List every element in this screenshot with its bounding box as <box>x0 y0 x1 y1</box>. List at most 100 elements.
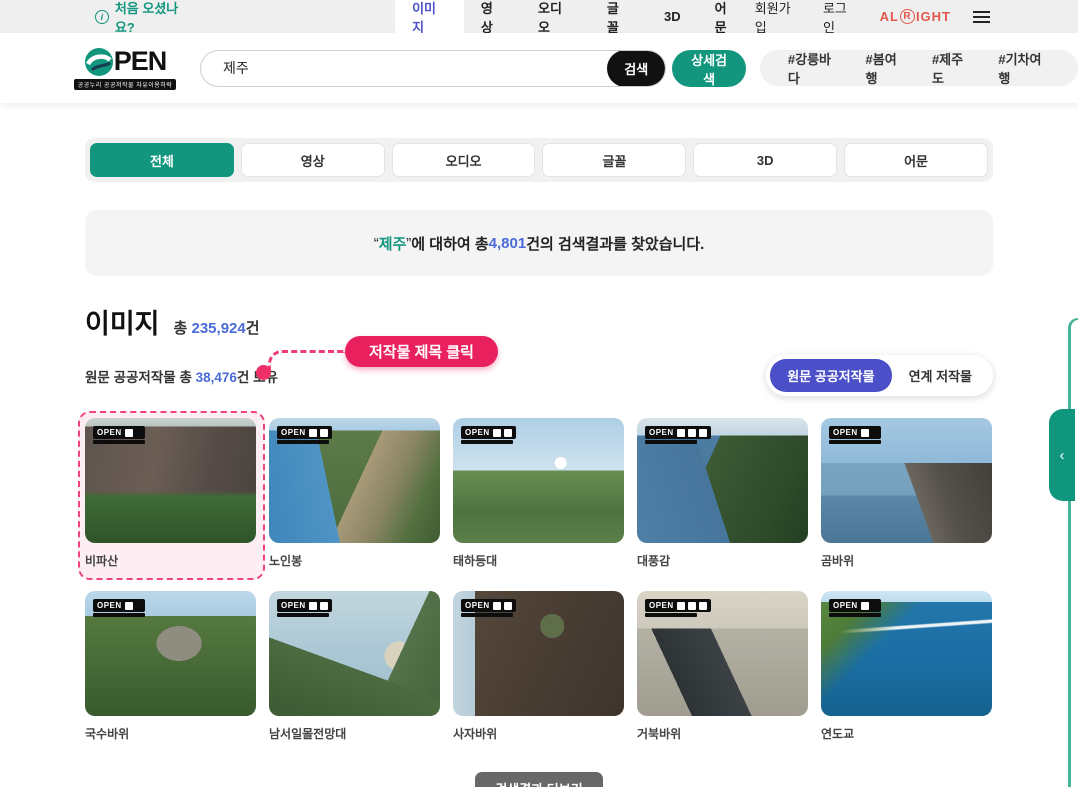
alright-logo-left: AL <box>880 9 899 24</box>
advanced-search-button[interactable]: 상세검색 <box>672 50 746 87</box>
result-title[interactable]: 곰바위 <box>821 552 992 569</box>
license-icon <box>861 602 869 610</box>
license-icon <box>320 602 328 610</box>
first-visit-link[interactable]: i 처음 오셨나요? <box>95 0 197 33</box>
top-bar: i 처음 오셨나요? 이미지 영상 오디오 글꼴 3D 어문 회원가입 로그인 … <box>0 0 1078 33</box>
result-title[interactable]: 사자바위 <box>453 725 624 742</box>
result-card[interactable]: OPEN 대풍감 <box>637 418 808 569</box>
alright-logo-right: IGHT <box>916 9 951 24</box>
toggle-original-works[interactable]: 원문 공공저작물 <box>770 359 891 392</box>
logo-text: PEN <box>114 46 167 77</box>
top-tab-video[interactable]: 영상 <box>464 0 521 33</box>
result-card[interactable]: OPEN 남서일몰전망대 <box>269 591 440 742</box>
kogl-o-icon <box>84 47 114 77</box>
top-tab-literary[interactable]: 어문 <box>698 0 755 33</box>
result-thumbnail[interactable]: OPEN <box>637 591 808 716</box>
hashtag-train[interactable]: #기차여행 <box>998 49 1050 87</box>
info-icon: i <box>95 10 109 24</box>
result-title[interactable]: 대풍감 <box>637 552 808 569</box>
side-panel-toggle[interactable]: ‹ <box>1049 409 1075 501</box>
filter-3d[interactable]: 3D <box>693 143 837 177</box>
top-tab-image[interactable]: 이미지 <box>395 0 464 33</box>
filter-audio[interactable]: 오디오 <box>392 143 536 177</box>
filter-all[interactable]: 전체 <box>90 143 234 177</box>
results-grid: OPEN 비파산 OPEN 노인봉 OPEN 태하등대 <box>85 418 993 742</box>
menu-icon[interactable] <box>973 11 990 23</box>
license-icon <box>493 602 501 610</box>
license-icon <box>688 602 696 610</box>
filter-video[interactable]: 영상 <box>241 143 385 177</box>
section-title: 이미지 <box>85 302 160 341</box>
top-tab-font[interactable]: 글꼴 <box>590 0 647 33</box>
result-title[interactable]: 태하등대 <box>453 552 624 569</box>
result-title[interactable]: 거북바위 <box>637 725 808 742</box>
toggle-linked-works[interactable]: 연계 저작물 <box>892 359 989 392</box>
result-thumbnail[interactable]: OPEN <box>821 418 992 543</box>
filter-literary[interactable]: 어문 <box>844 143 988 177</box>
license-icon <box>125 602 133 610</box>
license-icon <box>320 429 328 437</box>
result-title[interactable]: 비파산 <box>85 552 256 569</box>
chevron-left-icon: ‹ <box>1060 447 1065 464</box>
license-icon <box>688 429 696 437</box>
license-icon <box>493 429 501 437</box>
alright-logo[interactable]: AL R IGHT <box>880 9 951 24</box>
media-type-nav: 이미지 영상 오디오 글꼴 3D 어문 <box>395 0 755 33</box>
login-link[interactable]: 로그인 <box>823 0 858 36</box>
category-filter-strip: 전체 영상 오디오 글꼴 3D 어문 <box>85 138 993 182</box>
result-title[interactable]: 연도교 <box>821 725 992 742</box>
license-icon <box>504 602 512 610</box>
results-subheader: 원문 공공저작물 총 38,476건 보유 원문 공공저작물 연계 저작물 <box>85 355 993 396</box>
search-input[interactable] <box>201 60 607 76</box>
result-card[interactable]: OPEN 거북바위 <box>637 591 808 742</box>
hashtag-gangneung[interactable]: #강릉바다 <box>788 49 840 87</box>
signup-link[interactable]: 회원가입 <box>755 0 801 36</box>
result-card[interactable]: OPEN 연도교 <box>821 591 992 742</box>
owned-count: 38,476 <box>196 370 237 385</box>
side-panel-edge <box>1068 318 1078 787</box>
kogl-badge: OPEN <box>277 426 332 444</box>
result-title[interactable]: 국수바위 <box>85 725 256 742</box>
result-thumbnail[interactable]: OPEN <box>453 418 624 543</box>
search-result-summary: “제주”에 대하여 총 4,801건의 검색결과를 찾았습니다. <box>85 210 993 276</box>
result-thumbnail[interactable]: OPEN <box>85 591 256 716</box>
result-thumbnail[interactable]: OPEN <box>821 591 992 716</box>
license-icon <box>677 429 685 437</box>
license-icon <box>125 429 133 437</box>
top-tab-audio[interactable]: 오디오 <box>521 0 590 33</box>
result-title[interactable]: 노인봉 <box>269 552 440 569</box>
open-logo[interactable]: PEN 공공누리 공공저작물 자유이용허락 <box>80 46 170 90</box>
section-header: 이미지 총 235,924건 <box>85 302 993 341</box>
kogl-badge: OPEN <box>461 426 516 444</box>
load-more-button[interactable]: 검색결과 더보기 <box>475 772 602 787</box>
result-card[interactable]: OPEN 태하등대 <box>453 418 624 569</box>
result-thumbnail[interactable]: OPEN <box>85 418 256 543</box>
result-card[interactable]: OPEN 곰바위 <box>821 418 992 569</box>
filter-font[interactable]: 글꼴 <box>542 143 686 177</box>
top-tab-3d[interactable]: 3D <box>647 0 698 33</box>
result-card[interactable]: OPEN 비파산 <box>85 418 256 569</box>
kogl-badge: OPEN <box>93 426 145 444</box>
result-card[interactable]: OPEN 사자바위 <box>453 591 624 742</box>
result-thumbnail[interactable]: OPEN <box>637 418 808 543</box>
section-total: 총 235,924건 <box>174 317 260 338</box>
result-title[interactable]: 남서일몰전망대 <box>269 725 440 742</box>
site-header: PEN 공공누리 공공저작물 자유이용허락 검색 상세검색 #강릉바다 #봄여행… <box>0 33 1078 103</box>
callout-anchor-dot <box>256 365 271 380</box>
kogl-badge: OPEN <box>645 599 711 617</box>
hashtag-spring[interactable]: #봄여행 <box>866 49 906 87</box>
license-icon <box>861 429 869 437</box>
search-button[interactable]: 검색 <box>607 50 665 87</box>
kogl-badge: OPEN <box>829 599 881 617</box>
result-thumbnail[interactable]: OPEN <box>453 591 624 716</box>
result-thumbnail[interactable]: OPEN <box>269 591 440 716</box>
tutorial-callout: 저작물 제목 클릭 <box>345 336 498 367</box>
popular-hashtags: #강릉바다 #봄여행 #제주도 #기차여행 <box>760 50 1078 86</box>
kogl-badge: OPEN <box>645 426 711 444</box>
result-card[interactable]: OPEN 노인봉 <box>269 418 440 569</box>
hashtag-jeju[interactable]: #제주도 <box>932 49 972 87</box>
result-card[interactable]: OPEN 국수바위 <box>85 591 256 742</box>
result-thumbnail[interactable]: OPEN <box>269 418 440 543</box>
kogl-badge: OPEN <box>461 599 516 617</box>
callout-connector-line <box>268 350 345 370</box>
